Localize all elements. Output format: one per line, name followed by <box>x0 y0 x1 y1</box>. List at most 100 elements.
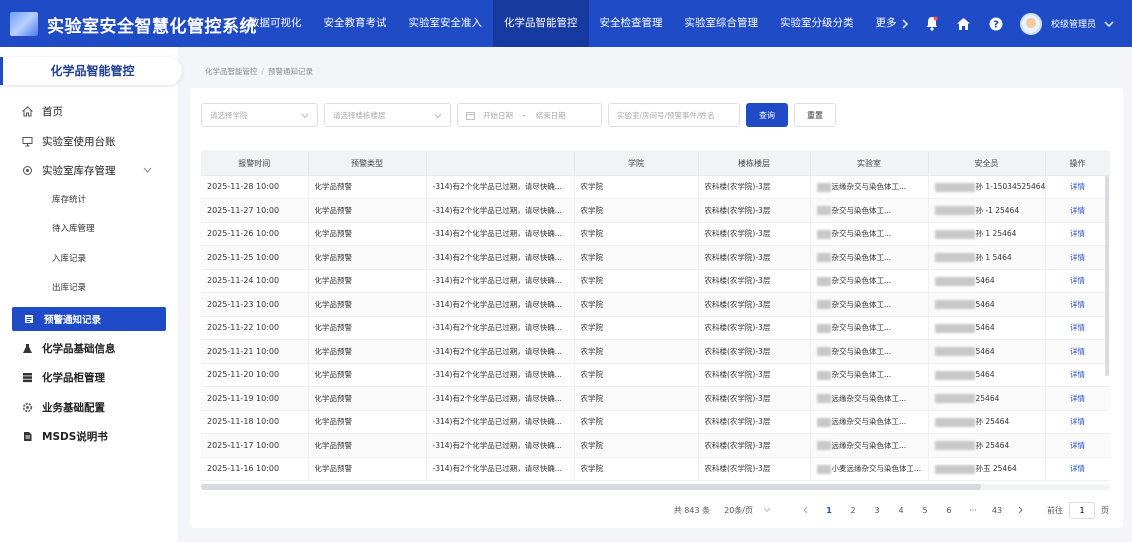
details-link[interactable]: 详情 <box>1045 410 1110 434</box>
table-horizontal-scrollbar[interactable] <box>201 484 1110 490</box>
cell-warning-event: -314)有2个化学品已过期，请尽快确... <box>426 457 575 481</box>
next-page-button[interactable] <box>1009 506 1033 514</box>
sidebar-item-warning-records[interactable]: 预警通知记录 <box>12 306 166 331</box>
cell-warning-event-text: -314)有2个化学品已过期，请尽快确... <box>432 229 562 239</box>
details-link[interactable]: 详情 <box>1045 339 1110 364</box>
cell-college-text: 农学院 <box>580 252 604 262</box>
date-range-picker[interactable]: 开始日期 - 结束日期 <box>457 103 602 127</box>
cell-warning-event: -314)有2个化学品已过期，请尽快确... <box>426 245 575 270</box>
user-name[interactable]: 校级管理员 <box>1051 17 1096 30</box>
cell-building-floor-text: 农科楼(农学院)-3层 <box>704 370 771 380</box>
cell-laboratory: 远缘杂交与染色体工... <box>810 410 929 434</box>
details-link[interactable]: 详情 <box>1045 198 1110 223</box>
sidebar-subitem-stock-stats[interactable]: 库存统计 <box>0 186 178 216</box>
cell-college: 农学院 <box>574 410 699 434</box>
cell-laboratory-text: 杂交与染色体工... <box>831 346 892 356</box>
bell-icon[interactable] <box>924 16 940 32</box>
sidebar-title: 化学品智能管控 <box>0 57 182 85</box>
cell-warning-type-text: 化学品预警 <box>314 299 353 309</box>
column-header-warning-type[interactable]: 预警类型 <box>308 152 427 176</box>
cell-laboratory: 杂交与染色体工... <box>810 316 929 340</box>
column-header-college[interactable]: 学院 <box>574 152 699 176</box>
search-input[interactable] <box>608 103 740 127</box>
details-link[interactable]: 详情 <box>1045 363 1110 387</box>
details-link[interactable]: 详情 <box>1045 269 1110 293</box>
cell-college: 农学院 <box>574 292 699 317</box>
cell-warning-type-text: 化学品预警 <box>314 323 353 333</box>
cell-building-floor: 农科楼(农学院)-3层 <box>698 363 811 387</box>
cell-building-floor-text: 农科楼(农学院)-3层 <box>704 346 771 356</box>
column-header-laboratory[interactable]: 实验室 <box>810 152 929 176</box>
cell-warning-type-text: 化学品预警 <box>314 440 353 450</box>
prev-page-button[interactable] <box>793 506 817 514</box>
college-select[interactable]: 请选择学院 <box>201 103 318 127</box>
details-link[interactable]: 详情 <box>1045 457 1110 481</box>
page-size-select[interactable]: 20条/页 <box>724 505 771 516</box>
cell-safety-officer: 孙 1-15034525464 <box>928 175 1046 199</box>
cell-laboratory-text: 远缘杂交与染色体工... <box>831 417 907 427</box>
sidebar-item-inventory[interactable]: 实验室库存管理 <box>0 156 178 186</box>
page-number[interactable]: 5 <box>913 506 937 515</box>
cell-college: 农学院 <box>574 175 699 199</box>
sidebar-subitem-inbound-records[interactable]: 入库记录 <box>0 245 178 275</box>
cell-warning-type: 化学品预警 <box>308 245 427 270</box>
cell-warning-event-text: -314)有2个化学品已过期，请尽快确... <box>432 417 562 427</box>
details-link[interactable]: 详情 <box>1045 175 1110 199</box>
scrollbar-thumb[interactable] <box>201 484 981 490</box>
cell-warning-event-text: -314)有2个化学品已过期，请尽快确... <box>432 299 562 309</box>
nav-safety-exam[interactable]: 安全教育考试 <box>313 0 398 47</box>
sidebar-subitem-outbound-records[interactable]: 出库记录 <box>0 274 178 304</box>
sidebar-item-cabinet[interactable]: 化学品柜管理 <box>0 363 178 393</box>
sidebar: 化学品智能管控 首页 实验室使用台账 实验室库存管理 库存统计 待入库管理 入库… <box>0 47 182 542</box>
page-number[interactable]: 6 <box>937 506 961 515</box>
cell-laboratory: 远缘杂交与染色体工... <box>810 175 929 199</box>
home-icon[interactable] <box>956 16 972 32</box>
page-number[interactable]: 4 <box>889 506 913 515</box>
details-link[interactable]: 详情 <box>1045 386 1110 411</box>
reset-button[interactable]: 重置 <box>794 103 836 127</box>
page-number[interactable]: 2 <box>841 506 865 515</box>
column-header-alarm-time[interactable]: 报警时间 <box>201 152 309 176</box>
redacted-block <box>934 394 975 403</box>
page-number[interactable]: 1 <box>817 506 841 515</box>
nav-safety-inspection[interactable]: 安全检查管理 <box>589 0 674 47</box>
details-link[interactable]: 详情 <box>1045 433 1110 458</box>
help-icon[interactable]: ? <box>988 16 1004 32</box>
cell-warning-type-text: 化学品预警 <box>314 182 353 192</box>
cell-building-floor: 农科楼(农学院)-3层 <box>698 175 811 199</box>
sidebar-subitem-pending-inbound[interactable]: 待入库管理 <box>0 215 178 245</box>
building-floor-select[interactable]: 请选择楼栋楼层 <box>324 103 451 127</box>
table-vertical-scrollbar[interactable] <box>1105 176 1109 376</box>
sidebar-item-home[interactable]: 首页 <box>0 97 178 127</box>
page-number[interactable]: 43 <box>985 506 1009 515</box>
sidebar-item-config[interactable]: 业务基础配置 <box>0 393 178 423</box>
nav-lab-classification[interactable]: 实验室分级分类 <box>769 0 865 47</box>
query-button[interactable]: 查询 <box>746 103 788 127</box>
nav-data-visualization[interactable]: 数据可视化 <box>238 0 313 47</box>
calendar-icon <box>466 111 475 120</box>
avatar[interactable] <box>1019 12 1042 35</box>
breadcrumb-parent[interactable]: 化学品智能管控 <box>205 67 258 76</box>
chevron-down-icon[interactable] <box>1104 19 1114 29</box>
column-header-building-floor[interactable]: 楼栋楼层 <box>698 152 811 176</box>
sidebar-item-chemical-info[interactable]: 化学品基础信息 <box>0 334 178 364</box>
gear-icon <box>21 401 33 413</box>
details-link[interactable]: 详情 <box>1045 222 1110 246</box>
goto-page-input[interactable] <box>1069 501 1095 519</box>
details-link[interactable]: 详情 <box>1045 292 1110 317</box>
column-header-safety-officer[interactable]: 安全员 <box>928 152 1046 176</box>
main-content-card: 请选择学院 请选择楼栋楼层 开始日期 - 结束日期 查询 重置 报警时间 <box>190 88 1123 528</box>
nav-chemical-control[interactable]: 化学品智能管控 <box>493 0 589 47</box>
goto-page: 前往 页 <box>1047 501 1109 519</box>
details-link[interactable]: 详情 <box>1045 316 1110 340</box>
nav-lab-management[interactable]: 实验室综合管理 <box>674 0 770 47</box>
details-link[interactable]: 详情 <box>1045 245 1110 270</box>
page-number[interactable]: 3 <box>865 506 889 515</box>
sidebar-item-msds[interactable]: MSDS说明书 <box>0 422 178 452</box>
sidebar-item-ledger[interactable]: 实验室使用台账 <box>0 127 178 157</box>
cell-college-text: 农学院 <box>580 393 604 403</box>
cell-safety-officer-text: 孙玉 25464 <box>975 464 1017 474</box>
page-ellipsis[interactable]: ··· <box>961 506 985 515</box>
cell-safety-officer-text: 孙 25464 <box>975 417 1010 427</box>
nav-lab-access[interactable]: 实验室安全准入 <box>398 0 494 47</box>
